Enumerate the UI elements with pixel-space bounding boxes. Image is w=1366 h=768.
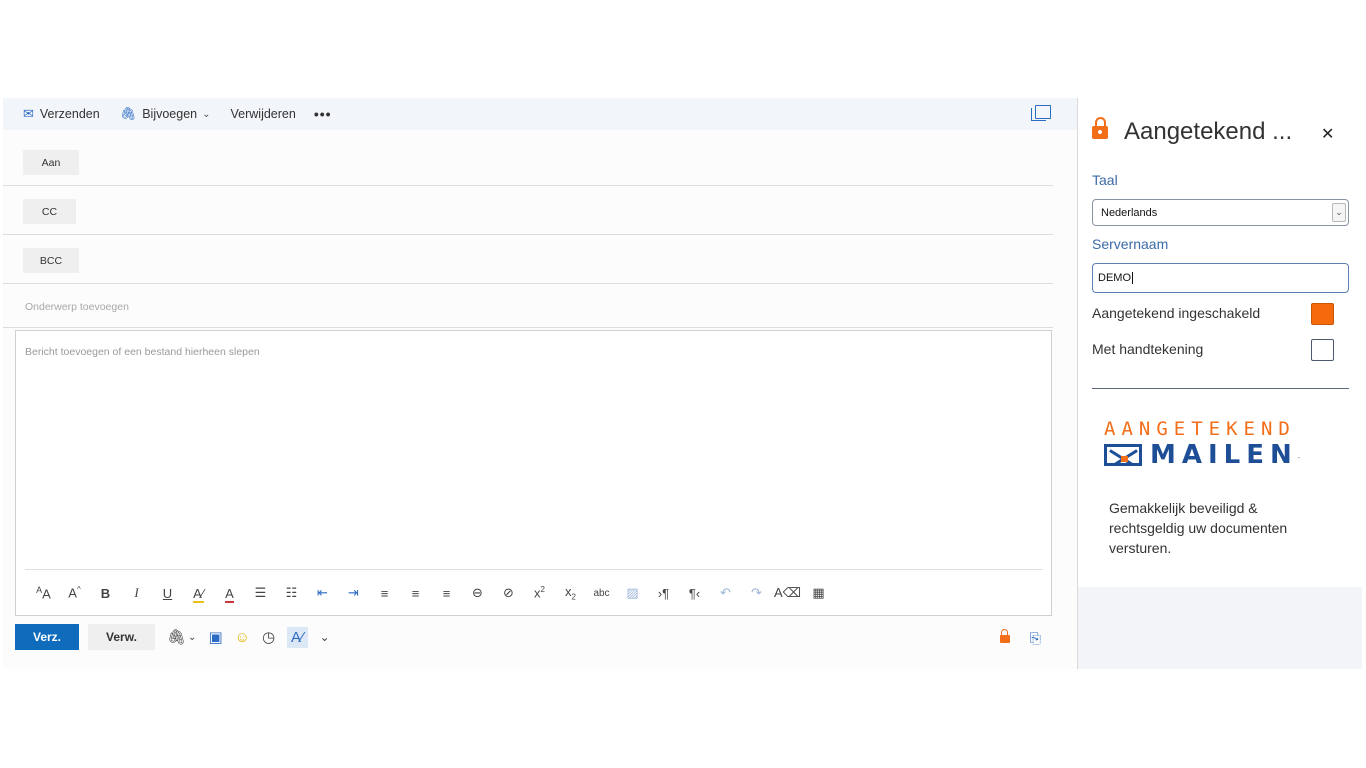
compose-actions: Verz. Verw. 🖇 ⌄ ▣ ☺ ◷ A⁄ ⌄ (15, 624, 330, 650)
discard-button[interactable]: Verw. (88, 624, 155, 650)
strikethrough-icon[interactable]: abc (586, 588, 617, 599)
addin-icons: ⎘ (999, 628, 1041, 647)
highlight-icon[interactable]: A⁄ (183, 585, 214, 603)
language-select[interactable]: Nederlands ⌄ (1092, 199, 1349, 226)
document-icon[interactable]: ⎘ (1030, 630, 1041, 647)
aangetekend-mailen-logo: AANGETEKEND MAILEN . (1104, 418, 1300, 470)
text-caret (1132, 272, 1133, 284)
lock-icon[interactable] (999, 628, 1010, 643)
send-command[interactable]: ✉ Verzenden (23, 106, 100, 122)
table-icon[interactable]: ▦ (803, 585, 834, 601)
send-mail-icon: ✉ (23, 106, 34, 121)
addin-footer (1078, 587, 1362, 669)
image-icon[interactable]: ▨ (617, 585, 648, 601)
message-body[interactable]: Bericht toevoegen of een bestand hierhee… (15, 330, 1052, 616)
format-toolbar: AA A^ B I U A⁄ A ☰ ☷ ⇤ ⇥ ≡ ≡ ≡ ⊖ ⊘ x2 x2… (28, 581, 834, 605)
align-left-icon[interactable]: ≡ (369, 586, 400, 601)
clear-format-icon[interactable]: A⌫ (772, 585, 803, 601)
send-button[interactable]: Verz. (15, 624, 79, 650)
insert-picture-icon[interactable]: ▣ (208, 628, 222, 646)
format-divider (25, 569, 1043, 570)
cc-button[interactable]: CC (23, 199, 76, 224)
superscript-icon[interactable]: x2 (524, 585, 555, 600)
chevron-down-icon[interactable]: ⌄ (320, 630, 330, 644)
signature-label: Met handtekening (1092, 341, 1204, 357)
registered-checkbox[interactable] (1311, 303, 1334, 325)
outlook-compose-window: ✉ Verzenden 🖇 Bijvoegen ⌄ Verwijderen ••… (0, 98, 1366, 669)
underline-icon[interactable]: U (152, 586, 183, 601)
bullets-icon[interactable]: ☰ (245, 585, 276, 601)
envelope-icon (1104, 444, 1142, 466)
command-bar: ✉ Verzenden 🖇 Bijvoegen ⌄ Verwijderen ••… (3, 98, 1077, 130)
schedule-icon[interactable]: ◷ (262, 628, 275, 646)
logo-bottom: MAILEN . (1104, 440, 1300, 470)
font-color-icon[interactable]: A (214, 585, 245, 603)
logo-registered-mark: . (1297, 450, 1300, 460)
subject-input[interactable]: Onderwerp toevoegen (25, 301, 129, 313)
addin-pane: Aangetekend ... ✕ Taal Nederlands ⌄ Serv… (1078, 98, 1362, 669)
logo-bottom-text: MAILEN (1150, 440, 1298, 470)
bold-icon[interactable]: B (90, 586, 121, 601)
emoji-icon[interactable]: ☺ (235, 629, 250, 646)
chevron-down-icon: ⌄ (1332, 203, 1346, 222)
font-grow-icon[interactable]: A^ (59, 585, 90, 600)
subscript-icon[interactable]: x2 (555, 584, 586, 602)
attach-command[interactable]: 🖇 Bijvoegen ⌄ (120, 106, 211, 122)
chevron-down-icon: ⌄ (202, 108, 211, 120)
attach-command-label: Bijvoegen (142, 107, 198, 121)
bcc-button[interactable]: BCC (23, 248, 79, 273)
numbering-icon[interactable]: ☷ (276, 585, 307, 601)
lock-icon (1092, 116, 1108, 139)
registered-label: Aangetekend ingeschakeld (1092, 305, 1261, 321)
align-right-icon[interactable]: ≡ (431, 586, 462, 601)
link-icon[interactable]: ⊖ (462, 585, 493, 601)
bcc-row: BCC (3, 235, 1053, 284)
remove-link-icon[interactable]: ⊘ (493, 585, 524, 601)
close-icon[interactable]: ✕ (1321, 124, 1334, 144)
body-placeholder: Bericht toevoegen of een bestand hierhee… (25, 346, 260, 358)
signature-row: Met handtekening (1092, 339, 1334, 361)
to-button[interactable]: Aan (23, 150, 79, 175)
server-input[interactable]: DEMO (1092, 263, 1349, 293)
rtl-icon[interactable]: ¶‹ (679, 586, 710, 601)
tagline: Gemakkelijk beveiligd & rechtsgeldig uw … (1109, 500, 1288, 556)
undo-icon[interactable]: ↶ (710, 585, 741, 601)
popout-icon[interactable] (1031, 105, 1051, 121)
delete-command[interactable]: Verwijderen (231, 107, 296, 121)
language-value: Nederlands (1101, 206, 1158, 219)
increase-indent-icon[interactable]: ⇥ (338, 585, 369, 601)
format-text-icon[interactable]: A⁄ (287, 626, 308, 648)
signature-checkbox[interactable] (1311, 339, 1334, 361)
compose-pane: ✉ Verzenden 🖇 Bijvoegen ⌄ Verwijderen ••… (3, 98, 1077, 669)
addin-title: Aangetekend ... (1124, 118, 1293, 145)
addin-header: Aangetekend ... (1092, 116, 1293, 146)
delete-command-label: Verwijderen (230, 107, 296, 121)
attach-file-icon[interactable]: 🖇 ⌄ (167, 628, 196, 646)
server-value: DEMO (1098, 272, 1131, 284)
align-center-icon[interactable]: ≡ (400, 586, 431, 601)
decrease-indent-icon[interactable]: ⇤ (307, 585, 338, 601)
send-command-label: Verzenden (39, 107, 100, 121)
to-row: Aan (3, 137, 1053, 186)
ltr-icon[interactable]: ›¶ (648, 586, 679, 601)
paperclip-icon: 🖇 (119, 106, 137, 121)
redo-icon[interactable]: ↷ (741, 585, 772, 601)
cc-row: CC (3, 186, 1053, 235)
server-label: Servernaam (1092, 236, 1169, 252)
more-options-button[interactable]: ••• (314, 106, 332, 122)
subject-row[interactable] (3, 281, 1053, 328)
italic-icon[interactable]: I (121, 585, 152, 601)
registered-row: Aangetekend ingeschakeld (1092, 303, 1334, 325)
language-label: Taal (1092, 172, 1118, 188)
section-divider (1092, 388, 1349, 389)
font-size-icon[interactable]: AA (28, 585, 59, 601)
logo-top-text: AANGETEKEND (1104, 418, 1296, 440)
